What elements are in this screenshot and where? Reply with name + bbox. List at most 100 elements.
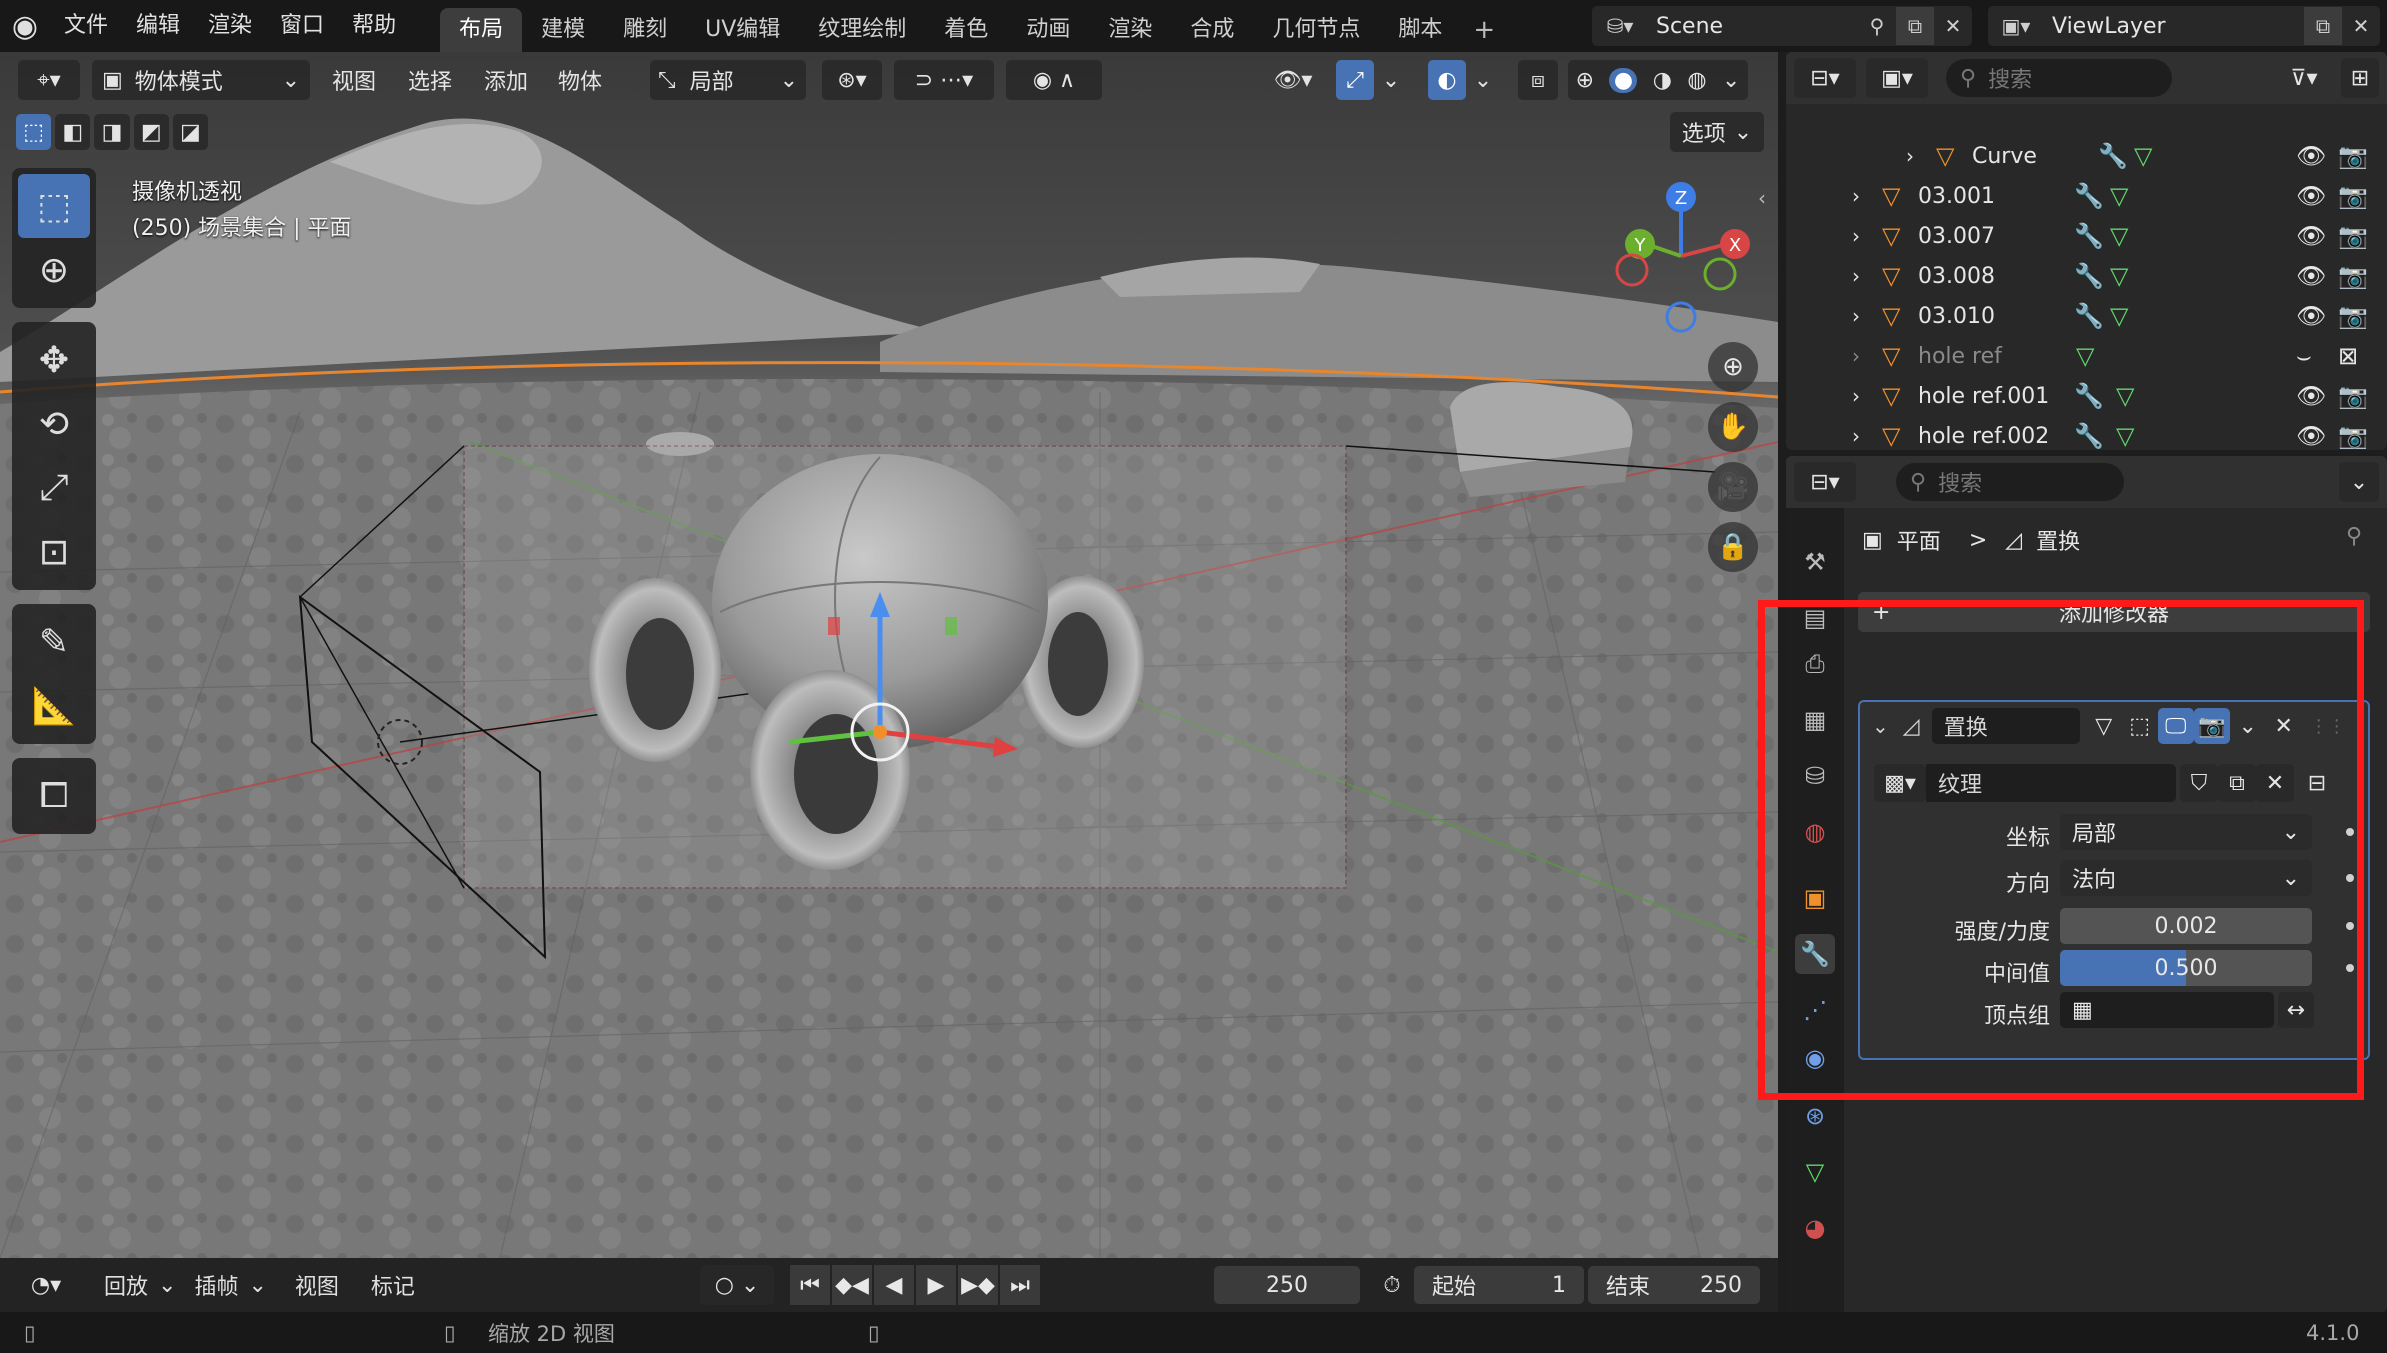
- timeline-editor-icon[interactable]: ◔▾: [16, 1265, 76, 1305]
- outliner-row[interactable]: › ▽ 03.007 🔧 ▽ 👁 📷: [1786, 216, 2387, 256]
- transform-orientation-dropdown[interactable]: ⤡ 局部 ⌄: [650, 60, 806, 100]
- mesh-data-icon[interactable]: ▽: [2134, 142, 2152, 170]
- scene-selector[interactable]: ⛁▾ Scene ⚲ ⧉ ✕: [1592, 6, 1972, 46]
- tab-modeling[interactable]: 建模: [522, 8, 604, 52]
- tab-texture-paint[interactable]: 纹理绘制: [799, 8, 925, 52]
- tab-compositing[interactable]: 合成: [1171, 8, 1253, 52]
- camera-render-icon[interactable]: 📷: [2338, 142, 2368, 170]
- camera-render-icon[interactable]: 📷: [2338, 222, 2368, 250]
- select-box-tool-icon[interactable]: ⬚: [18, 174, 90, 238]
- select-extend-icon[interactable]: ◧: [55, 114, 91, 150]
- select-intersect-icon[interactable]: ◪: [172, 114, 209, 150]
- modifier-icon[interactable]: 🔧: [2074, 302, 2104, 330]
- gizmo-toggle-icon[interactable]: ⤢: [1336, 60, 1374, 100]
- eye-icon[interactable]: 👁: [2296, 422, 2326, 450]
- outliner-row[interactable]: › ▽ hole ref.001 🔧 ▽ 👁 📷: [1786, 376, 2387, 416]
- menu-file[interactable]: 文件: [50, 0, 122, 52]
- tab-layout[interactable]: 布局: [440, 8, 523, 52]
- eye-icon[interactable]: 👁: [2296, 262, 2326, 290]
- display-mode-icon[interactable]: ▣▾: [1866, 58, 1928, 98]
- tab-shading[interactable]: 着色: [925, 8, 1007, 52]
- modifier-icon[interactable]: 🔧: [2074, 222, 2104, 250]
- menu-marker[interactable]: 标记: [361, 1269, 425, 1301]
- add-cube-tool-icon[interactable]: ⧠: [18, 764, 90, 828]
- tab-uv-editing[interactable]: UV编辑: [686, 8, 799, 52]
- eye-icon[interactable]: ⌣: [2296, 342, 2312, 370]
- 3d-viewport[interactable]: Z X Y ⌖▾ ▣ 物体模式 ⌄ 视图 选择 添加 物体 ⤡ 局部 ⌄ ⊛▾ …: [0, 52, 1778, 1258]
- start-frame-field[interactable]: 起始 1: [1414, 1266, 1584, 1304]
- scale-tool-icon[interactable]: ⤢: [18, 456, 90, 520]
- camera-render-icon[interactable]: 📷: [2338, 422, 2368, 450]
- tab-scripting[interactable]: 脚本: [1379, 8, 1461, 52]
- delete-scene-icon[interactable]: ✕: [1934, 7, 1972, 45]
- menu-help[interactable]: 帮助: [338, 0, 410, 52]
- outliner-editor-icon[interactable]: ⊟▾: [1794, 58, 1856, 98]
- pin-icon[interactable]: ⚲: [2346, 524, 2362, 549]
- tab-animation[interactable]: 动画: [1007, 8, 1089, 52]
- outliner-row[interactable]: › ▽ hole ref.002 🔧 ▽ 👁 📷: [1786, 416, 2387, 450]
- transform-tool-icon[interactable]: ⊡: [18, 520, 90, 584]
- snap-icon[interactable]: ⊃ ⋯▾: [894, 60, 994, 100]
- tool-tab-icon[interactable]: ⚒: [1795, 542, 1835, 582]
- mesh-data-icon[interactable]: ▽: [2110, 302, 2128, 330]
- menu-timeline-view[interactable]: 视图: [285, 1269, 349, 1301]
- properties-editor-icon[interactable]: ⊟▾: [1794, 462, 1856, 502]
- camera-render-icon[interactable]: ⊠: [2338, 342, 2358, 370]
- outliner-row[interactable]: › ▽ Curve 🔧 ▽ 👁 📷: [1786, 136, 2387, 176]
- mesh-data-icon[interactable]: ▽: [2110, 262, 2128, 290]
- lock-camera-icon[interactable]: 🔒: [1708, 522, 1758, 572]
- delete-view-layer-icon[interactable]: ✕: [2342, 7, 2380, 45]
- mesh-data-icon[interactable]: ▽: [2116, 422, 2134, 450]
- eye-icon[interactable]: 👁: [2296, 182, 2326, 210]
- next-keyframe-icon[interactable]: ▶◆: [958, 1265, 998, 1305]
- camera-render-icon[interactable]: 📷: [2338, 302, 2368, 330]
- expand-chevron-icon[interactable]: ›: [1906, 144, 1914, 168]
- move-tool-icon[interactable]: ✥: [18, 328, 90, 392]
- expand-chevron-icon[interactable]: ›: [1852, 184, 1860, 208]
- outliner-row[interactable]: › ▽ 03.010 🔧 ▽ 👁 📷: [1786, 296, 2387, 336]
- mode-dropdown[interactable]: ▣ 物体模式 ⌄: [92, 60, 310, 100]
- add-workspace-button[interactable]: +: [1461, 8, 1507, 52]
- menu-playback[interactable]: 回放: [94, 1269, 158, 1301]
- properties-search-input[interactable]: ⚲ 搜索: [1896, 463, 2124, 501]
- prev-keyframe-icon[interactable]: ◆◀: [832, 1265, 872, 1305]
- outliner-search-input[interactable]: ⚲ 搜索: [1946, 59, 2172, 97]
- mesh-data-icon[interactable]: ▽: [2076, 342, 2094, 370]
- select-new-icon[interactable]: ⬚: [16, 114, 52, 150]
- chevron-down-icon[interactable]: ⌄: [2339, 462, 2379, 502]
- data-tab-icon[interactable]: ▽: [1795, 1152, 1835, 1192]
- tab-geometry-nodes[interactable]: 几何节点: [1253, 8, 1379, 52]
- expand-chevron-icon[interactable]: ›: [1852, 424, 1860, 448]
- visibility-icon[interactable]: 👁▾: [1262, 60, 1324, 100]
- menu-add[interactable]: 添加: [484, 60, 528, 100]
- rotate-tool-icon[interactable]: ⟲: [18, 392, 90, 456]
- view-layer-selector[interactable]: ▣▾ ViewLayer ⧉ ✕: [1988, 6, 2380, 46]
- jump-start-icon[interactable]: ⏮: [790, 1265, 830, 1305]
- options-dropdown[interactable]: 选项 ⌄: [1670, 112, 1764, 152]
- eye-icon[interactable]: 👁: [2296, 302, 2326, 330]
- auto-keying-icon[interactable]: ○ ⌄: [700, 1265, 774, 1305]
- expand-chevron-icon[interactable]: ›: [1852, 224, 1860, 248]
- play-icon[interactable]: ▶: [916, 1265, 956, 1305]
- new-scene-icon[interactable]: ⧉: [1896, 7, 1934, 45]
- expand-chevron-icon[interactable]: ›: [1852, 384, 1860, 408]
- menu-keying[interactable]: 插帧: [184, 1269, 248, 1301]
- select-invert-icon[interactable]: ◩: [133, 114, 169, 150]
- camera-view-icon[interactable]: 🎥: [1708, 462, 1758, 512]
- eye-icon[interactable]: 👁: [2296, 382, 2326, 410]
- menu-window[interactable]: 窗口: [266, 0, 338, 52]
- play-reverse-icon[interactable]: ◀: [874, 1265, 914, 1305]
- modifier-icon[interactable]: 🔧: [2074, 182, 2104, 210]
- outliner-row[interactable]: › ▽ hole ref ▽ ⌣ ⊠: [1786, 336, 2387, 376]
- pivot-point-icon[interactable]: ⊛▾: [822, 60, 882, 100]
- overlay-toggle-icon[interactable]: ◐: [1428, 60, 1466, 100]
- current-frame-field[interactable]: 250: [1214, 1266, 1360, 1304]
- filter-icon[interactable]: ⊽▾: [2273, 58, 2335, 98]
- end-frame-field[interactable]: 结束 250: [1588, 1266, 1760, 1304]
- material-shading-icon[interactable]: ◑: [1653, 68, 1672, 93]
- new-view-layer-icon[interactable]: ⧉: [2304, 7, 2342, 45]
- wireframe-shading-icon[interactable]: ⊕: [1576, 68, 1594, 93]
- material-tab-icon[interactable]: ◕: [1795, 1208, 1835, 1248]
- annotate-tool-icon[interactable]: ✎: [18, 610, 90, 674]
- stopwatch-icon[interactable]: ⏱: [1372, 1265, 1412, 1305]
